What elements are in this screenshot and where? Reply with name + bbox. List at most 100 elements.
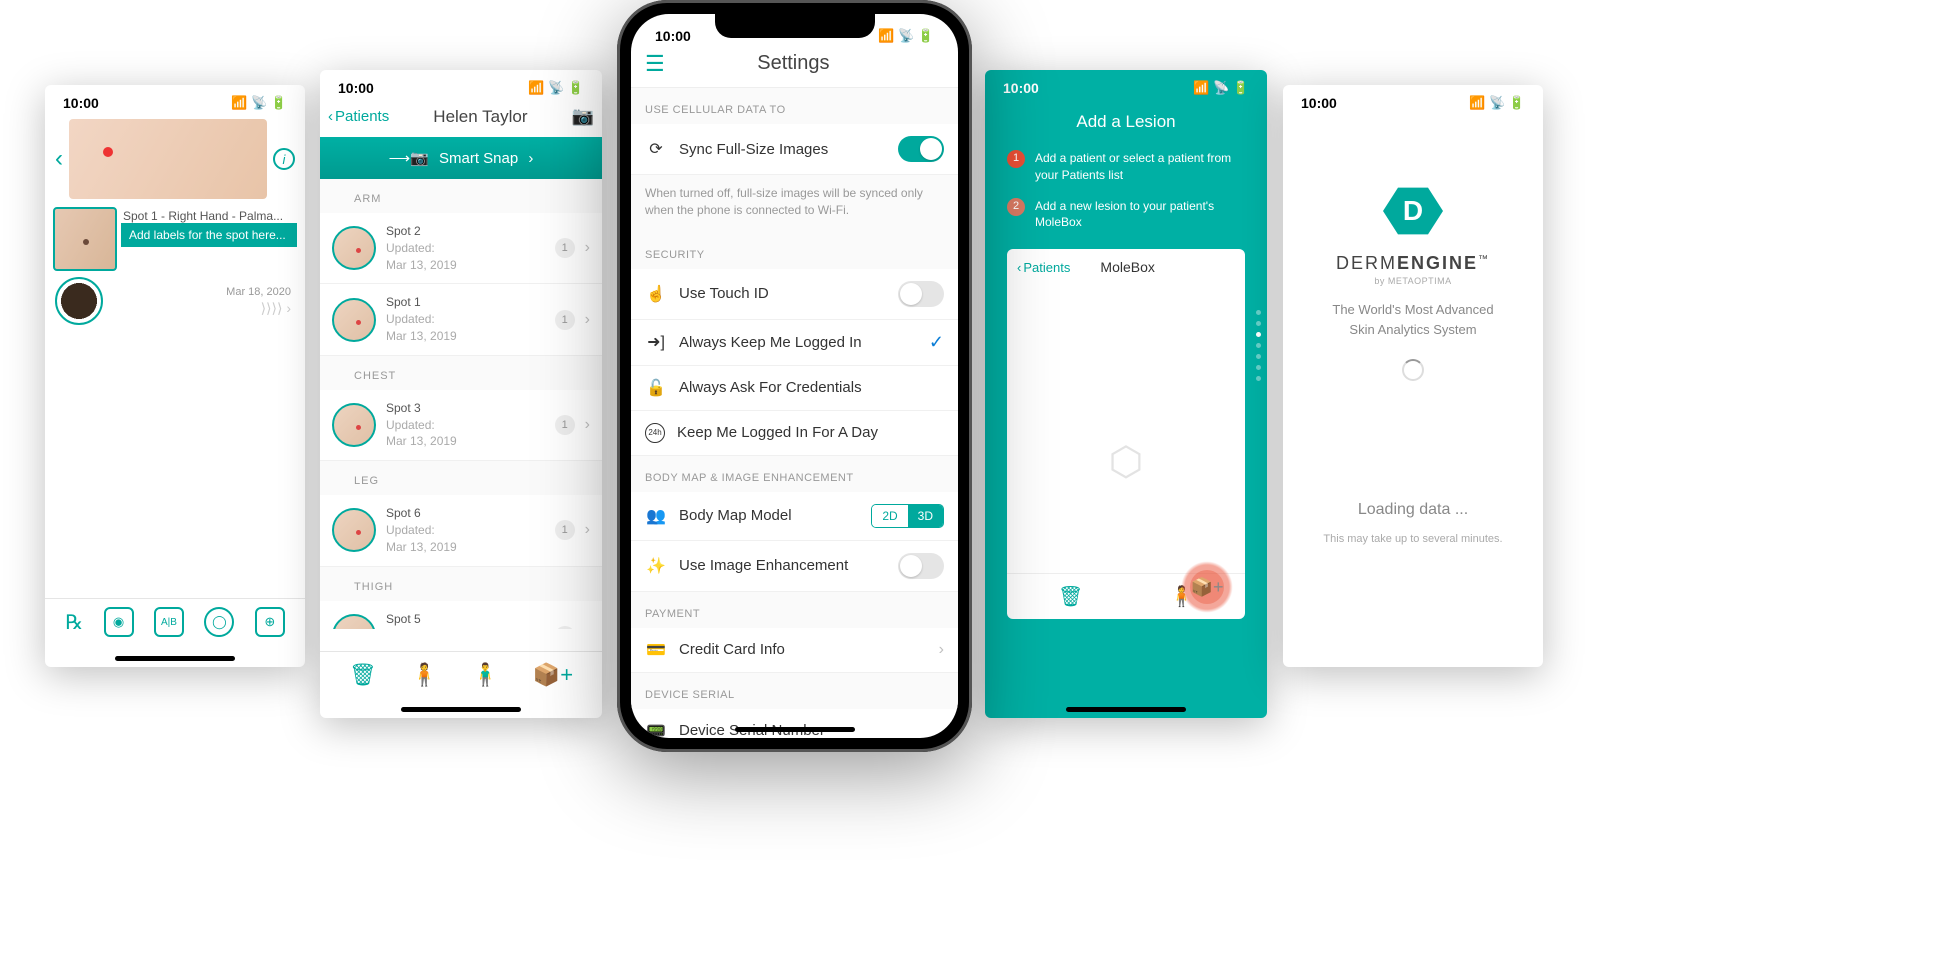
home-indicator[interactable] bbox=[1066, 707, 1186, 712]
add-labels-banner[interactable]: Add labels for the spot here... bbox=[121, 223, 297, 247]
compare-icon[interactable]: A|B bbox=[154, 607, 184, 637]
spot-thumb-icon[interactable] bbox=[332, 403, 376, 447]
smart-snap-button[interactable]: ⟶📷 Smart Snap › bbox=[320, 137, 602, 179]
status-bar: 10:00 📶 📡 🔋 bbox=[320, 70, 602, 100]
section-header: LEG bbox=[320, 461, 602, 495]
seg-3d[interactable]: 3D bbox=[908, 505, 943, 527]
spot-updated-date: Mar 13, 2019 bbox=[386, 257, 545, 274]
mini-back-button[interactable]: ‹ Patients bbox=[1017, 260, 1070, 275]
body-region-image[interactable] bbox=[69, 119, 267, 199]
spot-name: Spot 2 bbox=[386, 223, 545, 240]
section-device-header: DEVICE SERIAL bbox=[631, 673, 958, 709]
trash-icon[interactable]: 🗑 bbox=[349, 662, 377, 688]
chevron-right-icon: › bbox=[528, 150, 533, 167]
spot-row[interactable]: Spot 6Updated:Mar 13, 20191› bbox=[320, 495, 602, 566]
chevron-right-icon: › bbox=[585, 311, 590, 329]
spot-row[interactable]: Spot 5Updated:Mar 13, 20191› bbox=[320, 601, 602, 629]
box-plus-icon: 📦+ bbox=[1190, 570, 1224, 604]
mini-toolbar: 🗑 🧍 📦+ bbox=[1007, 573, 1245, 619]
info-icon[interactable]: i bbox=[273, 148, 295, 170]
step-1: 1 Add a patient or select a patient from… bbox=[985, 146, 1267, 194]
row-credit-card[interactable]: 💳 Credit Card Info › bbox=[631, 628, 958, 673]
person-front-icon[interactable]: 🧍 bbox=[411, 662, 438, 688]
spot-thumb-icon[interactable] bbox=[332, 614, 376, 629]
profile-icon[interactable]: ◉ bbox=[104, 607, 134, 637]
chevron-right-icon: › bbox=[939, 641, 944, 659]
screen-loading: 10:00 📶 📡 🔋 D DERMENGINE™ by METAOPTIMA … bbox=[1283, 85, 1543, 667]
camera-icon[interactable]: 📷 bbox=[572, 106, 594, 127]
mini-nav: ‹ Patients MoleBox bbox=[1007, 249, 1245, 283]
spot-row[interactable]: Spot 3Updated:Mar 13, 20191› bbox=[320, 390, 602, 461]
chevron-right-icon: ⟩⟩⟩⟩ › bbox=[111, 300, 291, 317]
trash-icon[interactable]: 🗑 bbox=[1058, 584, 1083, 609]
people-icon: 👥 bbox=[645, 506, 667, 526]
lesion-image-icon[interactable] bbox=[55, 277, 103, 325]
spot-updated-label: Updated: bbox=[386, 311, 545, 328]
home-indicator[interactable] bbox=[401, 707, 521, 712]
status-icons: 📶 📡 🔋 bbox=[1193, 80, 1249, 96]
brand-wordmark: DERMENGINE™ bbox=[1283, 253, 1543, 274]
spot-thumb-icon[interactable] bbox=[332, 226, 376, 270]
enhance-toggle[interactable] bbox=[898, 553, 944, 579]
screen-settings: 10:00 📶 📡 🔋 ☰ Settings USE CELLULAR DATA… bbox=[631, 14, 958, 738]
spot-row[interactable]: Spot 2Updated:Mar 13, 20191› bbox=[320, 213, 602, 284]
seg-2d[interactable]: 2D bbox=[872, 505, 907, 527]
screen-patient-spots: 10:00 📶 📡 🔋 ‹ Patients Helen Taylor 📷 ⟶📷… bbox=[320, 70, 602, 718]
spot-name: Spot 5 bbox=[386, 611, 545, 628]
lock-icon: 🔓 bbox=[645, 378, 667, 398]
status-time: 10:00 bbox=[655, 28, 691, 44]
camera-burst-icon: ⟶📷 bbox=[389, 150, 429, 167]
loading-hint: This may take up to several minutes. bbox=[1283, 533, 1543, 545]
spot-count-badge: 1 bbox=[555, 626, 575, 629]
sync-toggle[interactable] bbox=[898, 136, 944, 162]
lesion-date: Mar 18, 2020 bbox=[111, 286, 291, 298]
home-indicator[interactable] bbox=[735, 727, 855, 732]
row-logged-in-day[interactable]: 24h Keep Me Logged In For A Day bbox=[631, 411, 958, 456]
home-indicator[interactable] bbox=[115, 656, 235, 661]
row-device-serial[interactable]: 📟 Device Serial Number bbox=[631, 709, 958, 738]
menu-icon[interactable]: ☰ bbox=[645, 53, 665, 75]
row-body-map-model[interactable]: 👥 Body Map Model 2D 3D bbox=[631, 492, 958, 541]
section-cellular-header: USE CELLULAR DATA TO bbox=[631, 88, 958, 124]
back-button[interactable]: ‹ Patients bbox=[328, 108, 389, 125]
page-dots[interactable] bbox=[1256, 310, 1261, 381]
spot-name: Spot 1 bbox=[386, 294, 545, 311]
row-touch-id[interactable]: ☝ Use Touch ID bbox=[631, 269, 958, 320]
spot-thumb-icon[interactable] bbox=[332, 508, 376, 552]
add-icon[interactable]: ⊕ bbox=[255, 607, 285, 637]
back-chevron-icon[interactable]: ‹ bbox=[55, 145, 63, 173]
add-lesion-fab[interactable]: 📦+ bbox=[1181, 561, 1233, 613]
spot-updated-date: Mar 13, 2019 bbox=[386, 539, 545, 556]
step-2: 2 Add a new lesion to your patient's Mol… bbox=[985, 194, 1267, 242]
spinner-icon bbox=[1402, 359, 1424, 381]
globe-icon[interactable]: ◯ bbox=[204, 607, 234, 637]
spot-updated-label: Updated: bbox=[386, 240, 545, 257]
row-keep-logged-in[interactable]: ➜] Always Keep Me Logged In ✓ bbox=[631, 320, 958, 366]
settings-scroll[interactable]: USE CELLULAR DATA TO ⟳ Sync Full-Size Im… bbox=[631, 88, 958, 738]
lesion-thumbnail[interactable] bbox=[53, 207, 117, 271]
row-ask-credentials[interactable]: 🔓 Always Ask For Credentials bbox=[631, 366, 958, 411]
prescription-icon[interactable]: ℞ bbox=[65, 610, 83, 635]
status-icons: 📶 📡 🔋 bbox=[878, 28, 934, 44]
spot-row[interactable]: Spot 1Updated:Mar 13, 20191› bbox=[320, 284, 602, 355]
step-badge-2: 2 bbox=[1007, 198, 1025, 216]
row-image-enhancement[interactable]: ✨ Use Image Enhancement bbox=[631, 541, 958, 592]
brand-tagline: The World's Most Advanced Skin Analytics… bbox=[1283, 300, 1543, 339]
spots-list[interactable]: ARMSpot 2Updated:Mar 13, 20191›Spot 1Upd… bbox=[320, 179, 602, 629]
add-box-icon[interactable]: 📦+ bbox=[533, 662, 573, 688]
chevron-right-icon: › bbox=[585, 416, 590, 434]
step-badge-1: 1 bbox=[1007, 150, 1025, 168]
section-header: CHEST bbox=[320, 356, 602, 390]
chevron-right-icon: › bbox=[585, 627, 590, 629]
step-1-text: Add a patient or select a patient from y… bbox=[1035, 150, 1251, 184]
touch-id-toggle[interactable] bbox=[898, 281, 944, 307]
lesion-entry[interactable]: Mar 18, 2020 ⟩⟩⟩⟩ › bbox=[45, 271, 305, 331]
spot-thumb-icon[interactable] bbox=[332, 298, 376, 342]
spot-row-text: Spot 6Updated:Mar 13, 2019 bbox=[386, 505, 545, 555]
body-map-segment[interactable]: 2D 3D bbox=[871, 504, 944, 528]
row-sync-images[interactable]: ⟳ Sync Full-Size Images bbox=[631, 124, 958, 175]
credit-card-icon: 💳 bbox=[645, 640, 667, 660]
iphone-frame: 10:00 📶 📡 🔋 ☰ Settings USE CELLULAR DATA… bbox=[617, 0, 972, 752]
iphone-notch bbox=[715, 12, 875, 38]
person-back-icon[interactable]: 🧍‍♂️ bbox=[472, 662, 499, 688]
